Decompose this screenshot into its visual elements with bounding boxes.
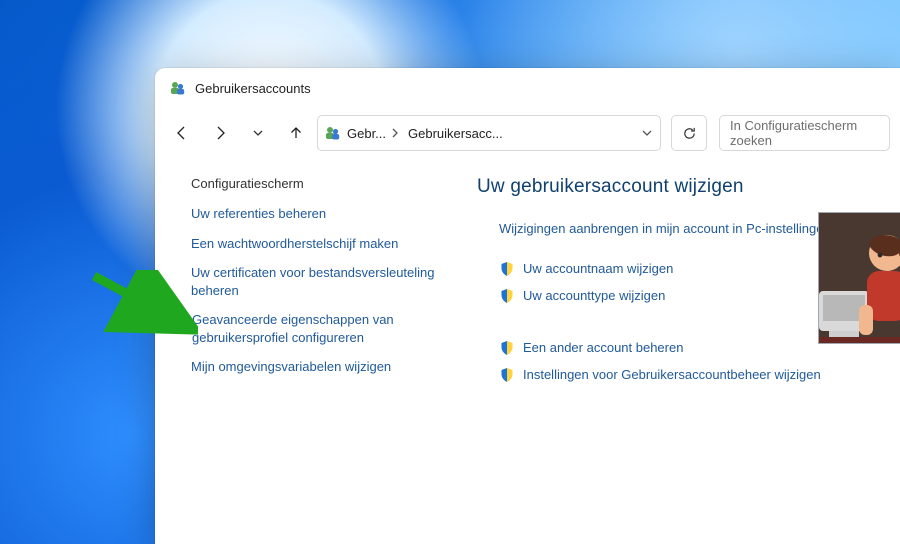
shield-icon [169, 312, 185, 328]
shield-icon [499, 367, 515, 383]
sidebar-item-label: Een wachtwoordherstelschijf maken [191, 235, 398, 253]
address-bar[interactable]: Gebr... Gebruikersacc... [317, 115, 661, 151]
breadcrumb-label: Gebruikersacc... [408, 126, 503, 141]
shield-icon [499, 261, 515, 277]
sidebar-item-label: Geavanceerde eigenschappen van gebruiker… [192, 311, 453, 346]
link-label: Uw accountnaam wijzigen [523, 260, 673, 278]
link-uac-settings[interactable]: Instellingen voor Gebruikersaccountbehee… [499, 366, 839, 384]
sidebar-heading[interactable]: Configuratiescherm [191, 176, 453, 191]
link-label: Instellingen voor Gebruikersaccountbehee… [523, 366, 821, 384]
control-panel-window: Gebruikersaccounts Gebr... [155, 68, 900, 544]
breadcrumb-segment[interactable]: Gebruikersacc... [408, 126, 503, 141]
sidebar-item-label: Mijn omgevingsvariabelen wijzigen [191, 358, 391, 376]
recent-locations-button[interactable] [241, 116, 275, 150]
window-title: Gebruikersaccounts [195, 81, 311, 96]
toolbar: Gebr... Gebruikersacc... In Configuratie… [155, 108, 900, 158]
shield-icon [499, 288, 515, 304]
chevron-right-icon [388, 126, 402, 140]
sidebar-link-env-vars[interactable]: Mijn omgevingsvariabelen wijzigen [191, 358, 453, 376]
refresh-button[interactable] [671, 115, 707, 151]
up-button[interactable] [279, 116, 313, 150]
sidebar-link-manage-certificates[interactable]: Uw certificaten voor bestandsversleuteli… [191, 264, 453, 299]
breadcrumb-segment[interactable]: Gebr... [347, 126, 402, 141]
back-button[interactable] [165, 116, 199, 150]
link-change-account-type[interactable]: Uw accounttype wijzigen [499, 287, 839, 305]
address-dropdown-button[interactable] [640, 126, 654, 140]
page-heading: Uw gebruikersaccount wijzigen [477, 176, 900, 198]
link-pc-settings[interactable]: Wijzigingen aanbrengen in mijn account i… [499, 220, 839, 238]
user-accounts-icon [324, 125, 341, 142]
link-change-account-name[interactable]: Uw accountnaam wijzigen [499, 260, 839, 278]
sidebar-link-password-reset-disk[interactable]: Een wachtwoordherstelschijf maken [191, 235, 453, 253]
sidebar-item-label: Uw referenties beheren [191, 205, 326, 223]
search-input[interactable]: In Configuratiescherm zoeken [719, 115, 890, 151]
forward-button[interactable] [203, 116, 237, 150]
search-placeholder: In Configuratiescherm zoeken [730, 118, 879, 148]
link-label: Uw accounttype wijzigen [523, 287, 665, 305]
titlebar: Gebruikersaccounts [155, 68, 900, 108]
breadcrumb-label: Gebr... [347, 126, 386, 141]
user-accounts-icon [169, 80, 186, 97]
sidebar-link-advanced-profile[interactable]: Geavanceerde eigenschappen van gebruiker… [169, 311, 453, 346]
sidebar-link-credentials[interactable]: Uw referenties beheren [191, 205, 453, 223]
content-area: Uw gebruikersaccount wijzigen Wijziginge… [471, 172, 900, 394]
account-avatar [818, 212, 900, 344]
sidebar: Configuratiescherm Uw referenties behere… [155, 172, 471, 394]
sidebar-item-label: Uw certificaten voor bestandsversleuteli… [191, 264, 453, 299]
link-label: Een ander account beheren [523, 339, 683, 357]
link-label: Wijzigingen aanbrengen in mijn account i… [499, 220, 831, 238]
shield-icon [499, 340, 515, 356]
link-manage-other-account[interactable]: Een ander account beheren [499, 339, 839, 357]
